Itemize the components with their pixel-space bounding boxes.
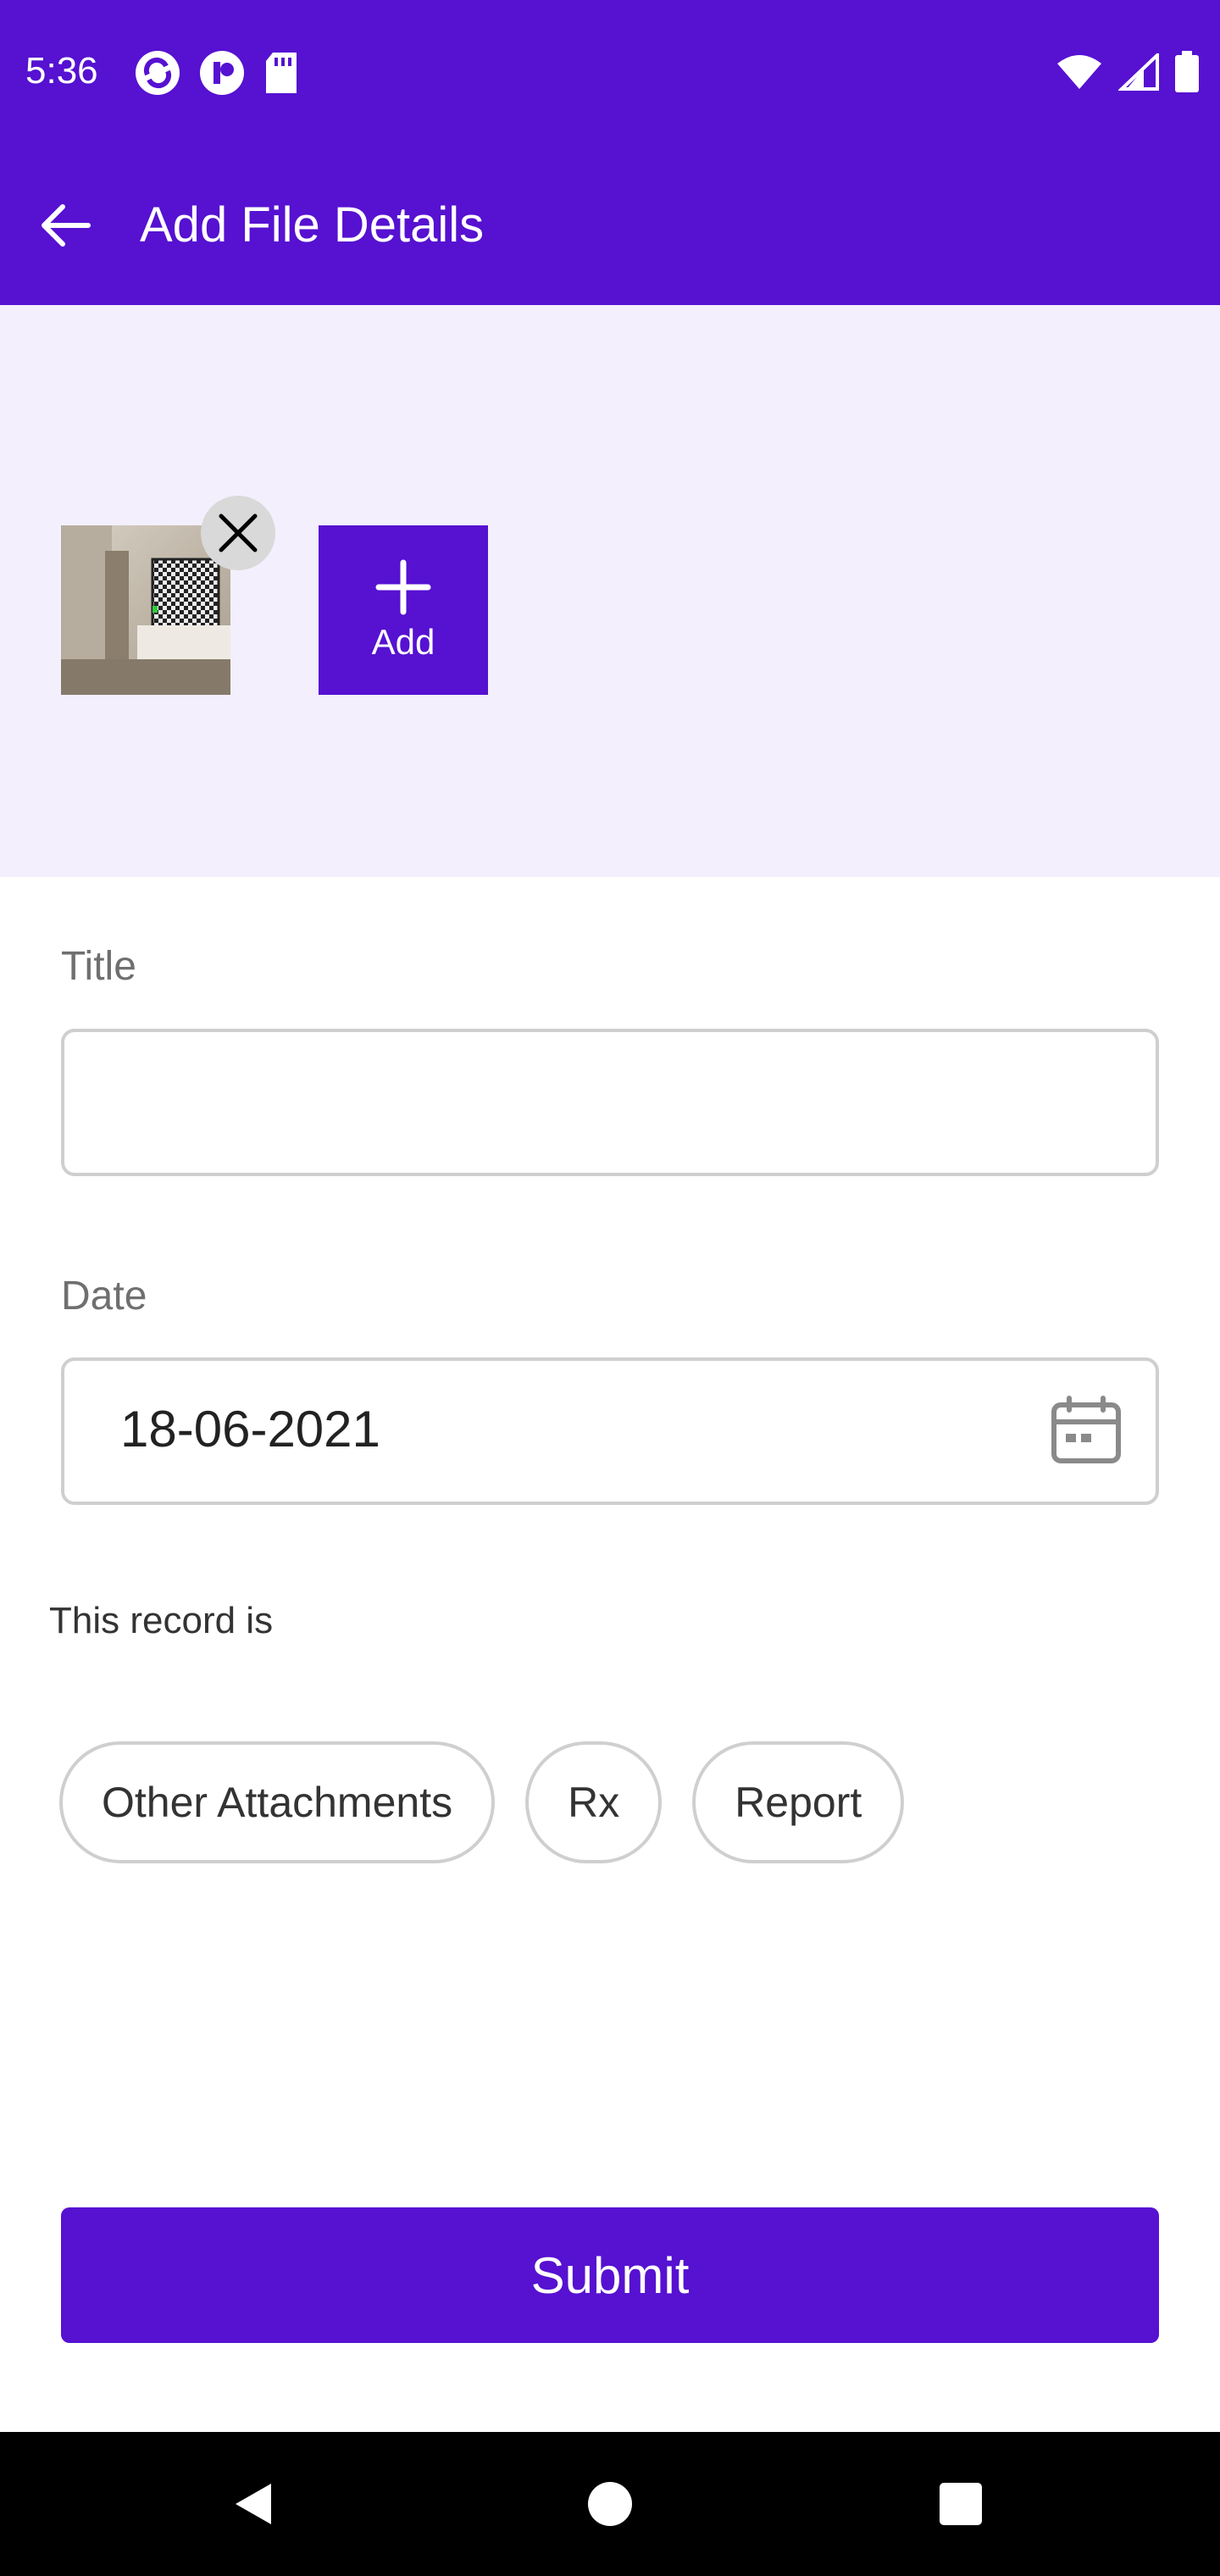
title-input[interactable] — [64, 1032, 1156, 1173]
chip-other-attachments[interactable]: Other Attachments — [59, 1741, 496, 1863]
back-button[interactable] — [29, 190, 100, 261]
title-field[interactable] — [61, 1029, 1159, 1176]
nav-back-button[interactable] — [212, 2462, 297, 2546]
app-bar: Add File Details — [0, 144, 1220, 305]
submit-button[interactable]: Submit — [61, 2207, 1159, 2343]
chip-rx[interactable]: Rx — [525, 1741, 663, 1863]
record-type-chips: Other Attachments Rx Report — [59, 1741, 905, 1863]
add-attachment-button[interactable]: Add — [319, 525, 488, 695]
page-title: Add File Details — [140, 197, 485, 253]
status-time: 5:36 — [25, 50, 98, 92]
chip-report[interactable]: Report — [692, 1741, 905, 1863]
arrow-left-icon — [42, 204, 91, 247]
nav-home-button[interactable] — [568, 2462, 652, 2546]
status-bar: 5:36 — [0, 0, 1220, 144]
plus-icon — [375, 559, 431, 615]
date-field[interactable]: 18-06-2021 — [61, 1357, 1159, 1505]
battery-icon — [1175, 51, 1199, 92]
nav-recents-button[interactable] — [918, 2462, 1003, 2546]
home-circle-icon — [588, 2482, 632, 2526]
status-notification-icons — [134, 49, 300, 97]
signal-icon — [1118, 53, 1159, 91]
recents-square-icon — [940, 2483, 982, 2525]
date-value: 18-06-2021 — [120, 1401, 380, 1457]
title-label: Title — [61, 944, 136, 989]
wifi-icon — [1057, 55, 1101, 89]
record-type-label: This record is — [49, 1600, 274, 1641]
calendar-icon[interactable] — [1047, 1393, 1125, 1471]
sd-card-icon — [266, 53, 297, 93]
date-label: Date — [61, 1274, 147, 1319]
tp-app-icon — [200, 51, 244, 95]
close-icon — [219, 514, 258, 552]
sync-icon — [136, 51, 180, 95]
back-triangle-icon — [236, 2484, 271, 2524]
status-system-icons — [1056, 51, 1200, 93]
add-label: Add — [371, 622, 435, 662]
remove-attachment-button[interactable] — [201, 496, 275, 570]
system-nav-bar — [0, 2432, 1220, 2576]
attachments-area: Add — [0, 305, 1220, 877]
